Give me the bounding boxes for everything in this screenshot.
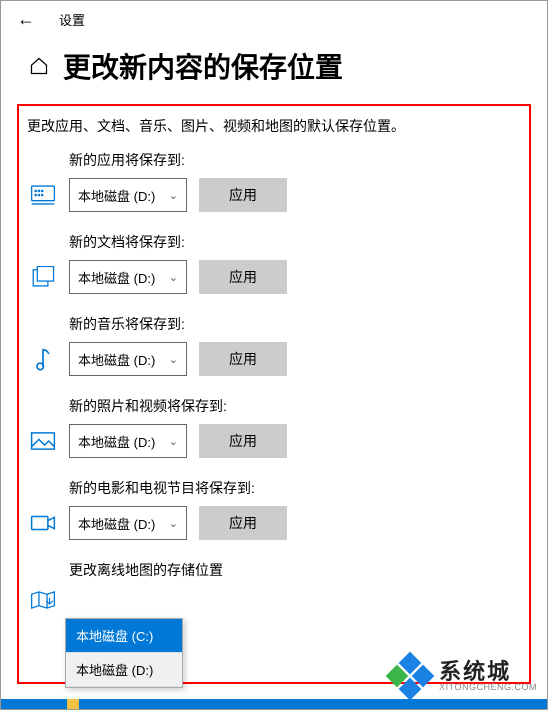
music-icon: [29, 347, 57, 371]
apply-button-movies[interactable]: 应用: [199, 506, 287, 540]
home-icon[interactable]: [29, 56, 49, 76]
apply-button-apps[interactable]: 应用: [199, 178, 287, 212]
apps-drive-dropdown[interactable]: 本地磁盘 (D:) ⌄: [69, 178, 187, 212]
page-title: 更改新内容的保存位置: [63, 46, 343, 86]
chevron-down-icon: ⌄: [169, 271, 178, 284]
watermark: 系统城 XITONGCHENG.COM: [389, 655, 537, 697]
documents-icon: [29, 265, 57, 289]
back-button[interactable]: ←: [17, 9, 35, 30]
chevron-down-icon: ⌄: [169, 517, 178, 530]
intro-text: 更改应用、文档、音乐、图片、视频和地图的默认保存位置。: [27, 116, 525, 136]
setting-label-apps: 新的应用将保存到:: [69, 150, 525, 170]
dropdown-option-d[interactable]: 本地磁盘 (D:): [66, 653, 182, 687]
movies-drive-dropdown[interactable]: 本地磁盘 (D:) ⌄: [69, 506, 187, 540]
apply-button-photos[interactable]: 应用: [199, 424, 287, 458]
setting-label-maps: 更改离线地图的存储位置: [69, 560, 525, 580]
watermark-logo-icon: [389, 655, 431, 697]
chevron-down-icon: ⌄: [169, 435, 178, 448]
documents-drive-dropdown[interactable]: 本地磁盘 (D:) ⌄: [69, 260, 187, 294]
taskbar-item[interactable]: [67, 699, 79, 709]
taskbar: [1, 699, 547, 709]
setting-label-music: 新的音乐将保存到:: [69, 314, 525, 334]
setting-label-documents: 新的文档将保存到:: [69, 232, 525, 252]
photos-drive-dropdown[interactable]: 本地磁盘 (D:) ⌄: [69, 424, 187, 458]
setting-label-movies: 新的电影和电视节目将保存到:: [69, 478, 525, 498]
setting-label-photos: 新的照片和视频将保存到:: [69, 396, 525, 416]
dropdown-option-c[interactable]: 本地磁盘 (C:): [66, 619, 182, 653]
watermark-url: XITONGCHENG.COM: [439, 683, 537, 692]
apply-button-music[interactable]: 应用: [199, 342, 287, 376]
apps-icon: [29, 183, 57, 207]
chevron-down-icon: ⌄: [169, 353, 178, 366]
photos-icon: [29, 429, 57, 453]
maps-icon: [29, 588, 57, 612]
chevron-down-icon: ⌄: [169, 189, 178, 202]
watermark-text: 系统城: [439, 661, 537, 683]
titlebar-label: 设置: [59, 10, 85, 29]
maps-drive-dropdown-menu: 本地磁盘 (C:) 本地磁盘 (D:): [65, 618, 183, 688]
movies-icon: [29, 511, 57, 535]
music-drive-dropdown[interactable]: 本地磁盘 (D:) ⌄: [69, 342, 187, 376]
apply-button-documents[interactable]: 应用: [199, 260, 287, 294]
